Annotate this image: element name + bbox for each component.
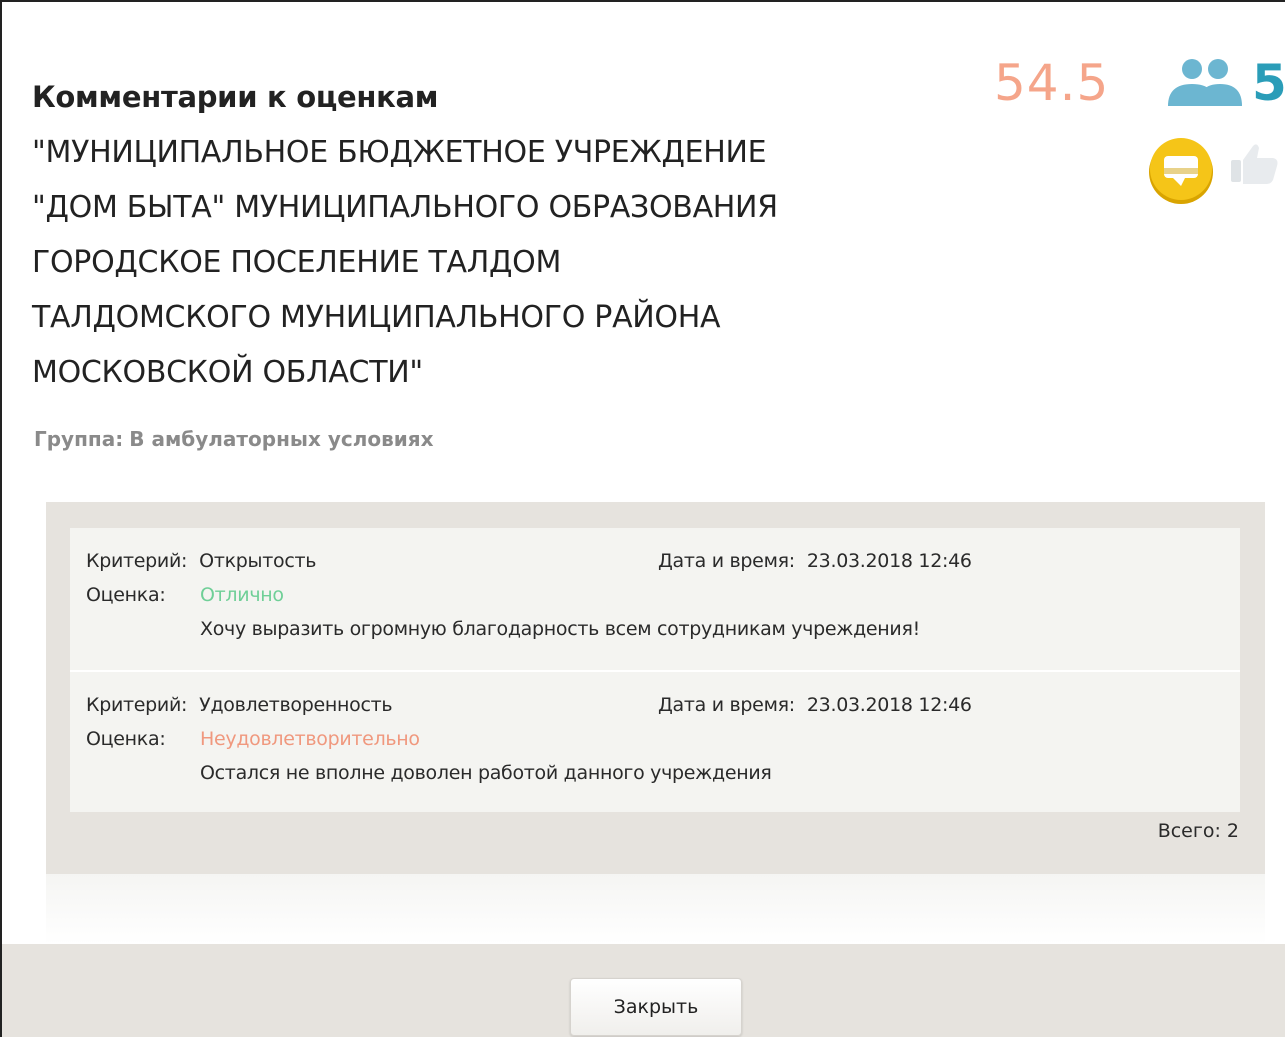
dialog-footer: Закрыть <box>2 944 1285 1037</box>
comment-text-value: Остался не вполне доволен работой данног… <box>200 762 772 784</box>
comments-list: Критерий: Открытость Дата и время: 23.03… <box>70 528 1240 812</box>
criterion-value: Открытость <box>199 550 317 572</box>
grade-label-text: Оценка: <box>86 584 166 606</box>
criterion-value: Удовлетворенность <box>199 694 393 716</box>
comment-text: Хочу выразить огромную благодарность все… <box>200 616 920 650</box>
comment-badge-icon[interactable] <box>1145 134 1217 206</box>
grade-label: Оценка: <box>86 726 166 760</box>
comment-text-value: Хочу выразить огромную благодарность все… <box>200 618 920 640</box>
datetime-value: 23.03.2018 12:46 <box>806 550 972 572</box>
group-label: Группа: <box>34 427 124 451</box>
grade-value-text: Отлично <box>200 584 284 606</box>
comment-text: Остался не вполне доволен работой данног… <box>200 760 772 794</box>
datetime-line: Дата и время: 23.03.2018 12:46 <box>658 692 972 726</box>
grade-value: Отлично <box>200 582 284 616</box>
datetime-line: Дата и время: 23.03.2018 12:46 <box>658 548 972 582</box>
datetime-value: 23.03.2018 12:46 <box>806 694 972 716</box>
comment-item: Критерий: Открытость Дата и время: 23.03… <box>70 528 1240 670</box>
close-button[interactable]: Закрыть <box>570 978 742 1036</box>
comments-dialog: Комментарии к оценкам "МУНИЦИПАЛЬНОЕ БЮД… <box>0 0 1285 1037</box>
criterion-line: Критерий: Открытость <box>86 548 316 582</box>
thumbs-up-icon[interactable] <box>1227 140 1285 188</box>
grade-label: Оценка: <box>86 582 166 616</box>
comments-panel: Критерий: Открытость Дата и время: 23.03… <box>46 502 1265 874</box>
criterion-label: Критерий: <box>86 694 188 716</box>
panel-spacer <box>46 874 1265 944</box>
grade-value: Неудовлетворительно <box>200 726 420 760</box>
organization-name: "МУНИЦИПАЛЬНОЕ БЮДЖЕТНОЕ УЧРЕЖДЕНИЕ "ДОМ… <box>32 135 778 390</box>
people-count: 5 <box>1252 54 1285 112</box>
comment-item: Критерий: Удовлетворенность Дата и время… <box>70 670 1240 812</box>
group-value: В амбулаторных условиях <box>129 427 434 451</box>
datetime-label: Дата и время: <box>658 694 795 716</box>
people-icon <box>1168 59 1242 106</box>
criterion-label: Критерий: <box>86 550 188 572</box>
title-heading: Комментарии к оценкам <box>32 80 439 114</box>
grade-value-text: Неудовлетворительно <box>200 728 420 750</box>
dialog-title: Комментарии к оценкам "МУНИЦИПАЛЬНОЕ БЮД… <box>32 70 932 400</box>
group-line: Группа: В амбулаторных условиях <box>34 427 434 451</box>
criterion-line: Критерий: Удовлетворенность <box>86 692 393 726</box>
rating-score: 54.5 <box>994 54 1110 112</box>
datetime-label: Дата и время: <box>658 550 795 572</box>
total-count: Всего: 2 <box>1157 820 1239 842</box>
grade-label-text: Оценка: <box>86 728 166 750</box>
